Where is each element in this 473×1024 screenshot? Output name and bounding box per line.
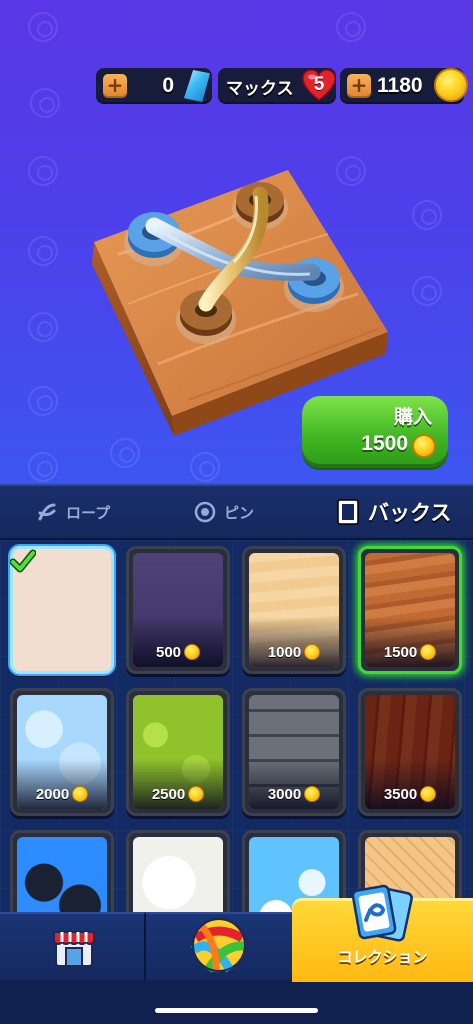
gem-counter[interactable]: + 0: [96, 68, 212, 104]
background-pattern-icon: [28, 452, 58, 482]
item-price-value: 500: [155, 644, 182, 661]
pin-icon: [194, 501, 216, 523]
item-card-lava[interactable]: [10, 830, 114, 912]
tab-box[interactable]: バックス: [336, 486, 451, 538]
background-pattern-icon: [28, 386, 58, 416]
background-pattern-icon: [30, 88, 60, 118]
lives-count: 5: [313, 74, 325, 95]
item-card-sand[interactable]: 1000: [242, 546, 346, 674]
nav-play[interactable]: [146, 912, 292, 980]
coin-counter[interactable]: + 1180: [340, 68, 468, 104]
tab-pin[interactable]: ピン: [194, 486, 254, 538]
buy-price: 1500: [361, 432, 408, 455]
item-price-value: 3000: [267, 786, 302, 803]
lives-counter[interactable]: マックス 5: [218, 68, 336, 104]
item-price-value: 3500: [383, 786, 418, 803]
background-pattern-icon: [412, 200, 442, 230]
item-card-marble[interactable]: [126, 830, 230, 912]
background-pattern-icon: [28, 312, 58, 342]
background-pattern-icon: [412, 276, 442, 306]
tab-rope[interactable]: ロープ: [36, 486, 110, 538]
nav-collection[interactable]: コレクション: [292, 884, 473, 982]
box-icon: [337, 499, 359, 525]
background-pattern-icon: [190, 452, 220, 482]
coin-count: 1180: [377, 74, 423, 97]
item-card-wood[interactable]: 1500: [358, 546, 462, 674]
buy-button[interactable]: 購入 1500: [302, 396, 448, 468]
coin-icon: [304, 786, 321, 802]
check-icon: [10, 549, 36, 573]
yarn-ball-icon: [191, 918, 246, 973]
buy-label: 購入: [393, 406, 432, 428]
background-pattern-icon: [28, 156, 58, 186]
lives-label: マックス: [226, 78, 294, 99]
item-card-purple[interactable]: 500: [126, 546, 230, 674]
coin-icon: [420, 644, 437, 660]
item-price: 1500: [361, 644, 459, 661]
shop-icon: [53, 931, 95, 967]
coin-icon: [420, 786, 437, 802]
item-card-grass[interactable]: 2500: [126, 688, 230, 816]
item-texture: [133, 837, 223, 912]
nav-shop[interactable]: [0, 912, 146, 980]
tab-box-label: バックス: [368, 501, 452, 525]
item-price: 3000: [245, 786, 343, 803]
home-indicator[interactable]: [155, 1008, 318, 1013]
coin-icon: [184, 644, 201, 660]
item-price-value: 2500: [151, 786, 186, 803]
coin-icon: [72, 786, 89, 802]
item-card-ice[interactable]: 2000: [10, 688, 114, 816]
item-grid: 500 1000 1500 2000 2500 3000 3500: [0, 540, 473, 912]
rope-icon: [38, 503, 56, 521]
background-pattern-icon: [28, 236, 58, 266]
coin-icon: [434, 68, 468, 102]
coin-icon: [412, 434, 436, 458]
tab-pin-label: ピン: [224, 503, 255, 522]
add-coins-button[interactable]: +: [347, 74, 371, 98]
tab-rope-label: ロープ: [66, 503, 111, 522]
gem-icon: [184, 70, 210, 102]
nav-collection-label: コレクション: [337, 948, 428, 966]
item-card-dark-wood[interactable]: 3500: [358, 688, 462, 816]
item-price: 3500: [361, 786, 459, 803]
item-price-value: 1500: [383, 644, 418, 661]
coin-icon: [188, 786, 205, 802]
item-price-value: 1000: [267, 644, 302, 661]
cards-icon: [351, 884, 413, 942]
showcase-panel: + 0 マックス 5 + 1180 購入 1500: [0, 0, 473, 484]
add-gems-button[interactable]: +: [103, 74, 127, 98]
coin-icon: [304, 644, 321, 660]
background-pattern-icon: [336, 12, 366, 42]
item-price: 500: [129, 644, 227, 661]
item-price-value: 2000: [35, 786, 70, 803]
item-card-stone[interactable]: 3000: [242, 688, 346, 816]
background-pattern-icon: [28, 12, 58, 42]
item-texture: [17, 837, 107, 912]
item-price: 2000: [13, 786, 111, 803]
item-price: 1000: [245, 644, 343, 661]
gem-count: 0: [162, 74, 174, 97]
item-price: 2500: [129, 786, 227, 803]
category-tabs: ロープ ピン バックス: [0, 484, 473, 540]
